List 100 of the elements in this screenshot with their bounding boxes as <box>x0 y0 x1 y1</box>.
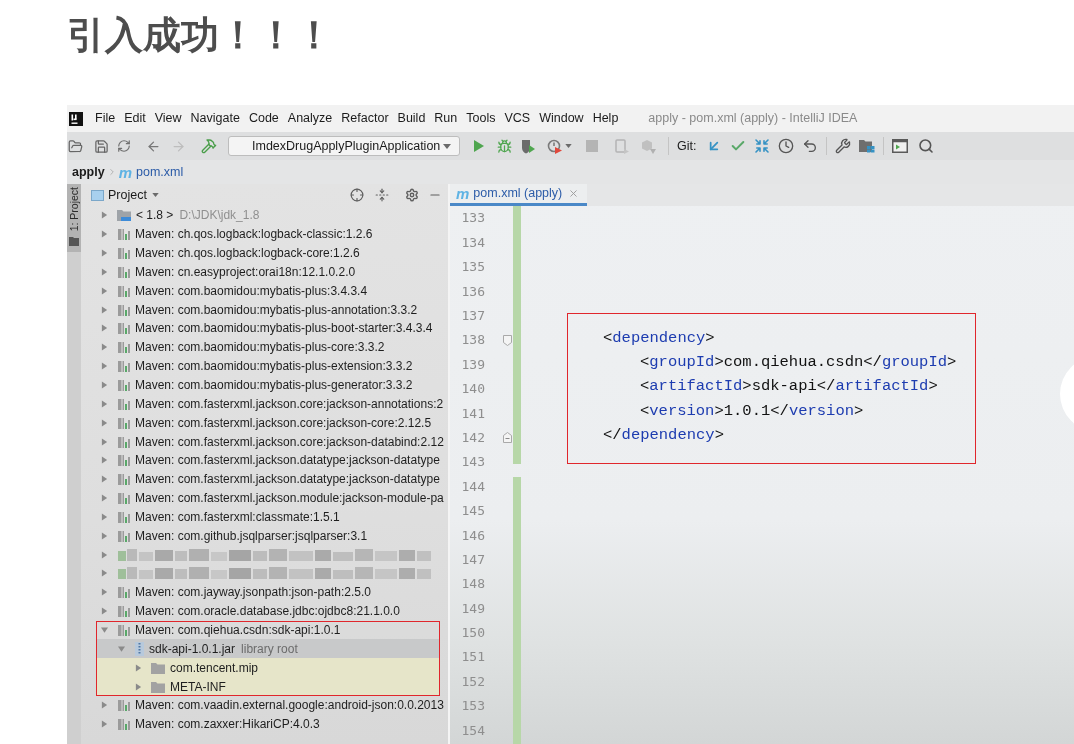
fold-marker-icon[interactable] <box>503 432 512 444</box>
stopwatch-play-icon[interactable] <box>547 138 562 154</box>
tree-item[interactable]: Maven: com.fasterxml.jackson.core:jackson-core:2.12.5 <box>96 413 440 433</box>
tree-item[interactable]: Maven: com.fasterxml.jackson.datatype:jackson-datatype <box>96 450 440 470</box>
tree-arrow-icon[interactable] <box>101 418 108 427</box>
tree-item[interactable]: Maven: com.fasterxml.jackson.datatype:jackson-datatype <box>96 469 440 489</box>
tree-arrow-icon[interactable] <box>101 267 108 276</box>
tree-item[interactable]: Maven: com.jayway.jsonpath:json-path:2.5.0 <box>96 582 440 602</box>
sync-icon[interactable] <box>117 139 131 153</box>
project-view-dropdown[interactable]: Project <box>108 185 159 205</box>
tree-item[interactable]: Maven: ch.qos.logback:logback-core:1.2.6 <box>96 243 440 263</box>
tree-item[interactable]: Maven: com.github.jsqlparser:jsqlparser:3.1 <box>96 526 440 546</box>
tree-arrow-icon[interactable] <box>101 494 108 503</box>
wrench-icon[interactable] <box>835 138 852 154</box>
menu-item[interactable]: Edit <box>124 109 146 128</box>
tree-arrow-icon[interactable] <box>135 682 142 691</box>
tree-arrow-icon[interactable] <box>118 644 125 653</box>
tree-arrow-icon[interactable] <box>101 324 108 333</box>
fold-vertical-icon[interactable] <box>375 188 389 202</box>
tree-arrow-icon[interactable] <box>101 512 108 521</box>
menu-item[interactable]: File <box>95 109 116 128</box>
tree-arrow-icon[interactable] <box>101 720 108 729</box>
menu-item[interactable]: Run <box>434 109 458 128</box>
undo-icon[interactable] <box>802 138 819 154</box>
fold-marker-icon[interactable] <box>503 334 512 346</box>
window-icon[interactable] <box>892 139 909 153</box>
tree-arrow-icon[interactable] <box>101 475 108 484</box>
tree-item[interactable]: Maven: ch.qos.logback:logback-classic:1.2.6 <box>96 224 440 244</box>
tree-item[interactable]: Maven: com.oracle.database.jdbc:ojdbc8:21.1.0.0 <box>96 601 440 621</box>
device-icon[interactable] <box>615 138 629 154</box>
close-icon[interactable] <box>568 188 580 199</box>
breadcrumb-item[interactable]: apply <box>72 162 105 182</box>
caret-icon[interactable] <box>565 144 572 148</box>
menu-item[interactable]: Refactor <box>341 109 389 128</box>
tree-arrow-icon[interactable] <box>101 588 108 597</box>
library-icon <box>118 454 130 467</box>
menu-item[interactable]: Navigate <box>190 109 240 128</box>
side-tab[interactable]: 1: Project <box>67 184 81 253</box>
tree-arrow-icon[interactable] <box>101 286 108 295</box>
bug-icon[interactable] <box>497 138 512 154</box>
tree-arrow-icon[interactable] <box>101 362 108 371</box>
tree-item[interactable]: < 1.8 > D:\JDK\jdk_1.8 <box>96 206 440 225</box>
tree-item[interactable]: Maven: com.fasterxml:classmate:1.5.1 <box>96 507 440 527</box>
tree-arrow-icon[interactable] <box>101 456 108 465</box>
menu-item[interactable]: Analyze <box>287 109 333 128</box>
crosshair-icon[interactable] <box>350 188 364 202</box>
caret-icon[interactable] <box>151 193 159 197</box>
tree-arrow-icon[interactable] <box>101 701 108 710</box>
tree-item[interactable]: Maven: com.zaxxer:HikariCP:4.0.3 <box>96 714 440 734</box>
menu-item[interactable]: Tools <box>466 109 496 128</box>
play-icon[interactable] <box>474 140 484 152</box>
tree-item[interactable]: Maven: cn.easyproject:orai18n:12.1.0.2.0 <box>96 262 440 282</box>
menu-item[interactable]: View <box>154 109 182 128</box>
menu-item[interactable]: VCS <box>504 109 531 128</box>
save-icon[interactable] <box>94 138 109 154</box>
caret-icon[interactable] <box>443 143 451 149</box>
tree-arrow-icon[interactable] <box>101 531 108 540</box>
tree-arrow-icon[interactable] <box>135 663 142 672</box>
tree-arrow-icon[interactable] <box>101 305 108 314</box>
forward-arrow-icon[interactable] <box>171 138 186 154</box>
tree-item[interactable]: Maven: com.baomidou:mybatis-plus-core:3.3.2 <box>96 337 440 357</box>
tree-item[interactable]: Maven: com.baomidou:mybatis-plus-generator:3.3.2 <box>96 375 440 395</box>
tree-arrow-icon[interactable] <box>101 437 108 446</box>
tree-item[interactable]: Maven: com.qiehua.csdn:sdk-api:1.0.1 <box>96 620 440 640</box>
tree-arrow-icon[interactable] <box>101 230 108 239</box>
tree-arrow-icon[interactable] <box>101 399 108 408</box>
tree-arrow-icon[interactable] <box>101 607 108 616</box>
hammer-icon[interactable] <box>201 138 217 154</box>
tree-item[interactable]: Maven: com.baomidou:mybatis-plus-boot-starter:3.4.3.4 <box>96 319 440 338</box>
folder-grid-icon[interactable] <box>859 139 876 153</box>
menu-item[interactable]: Window <box>539 109 584 128</box>
tree-item[interactable]: Maven: com.baomidou:mybatis-plus-extension:3.3.2 <box>96 356 440 376</box>
tree-arrow-icon[interactable] <box>101 211 108 220</box>
menu-item[interactable]: Help <box>592 109 619 128</box>
search-icon[interactable] <box>918 138 935 154</box>
tree-arrow-icon[interactable] <box>101 343 108 352</box>
tree-arrow-icon[interactable] <box>101 249 108 258</box>
menu-item[interactable]: Code <box>248 109 279 128</box>
cube-icon[interactable] <box>641 138 656 154</box>
shield-play-icon[interactable] <box>521 138 535 154</box>
folder-icon <box>151 661 165 674</box>
tree-arrow-icon[interactable] <box>101 550 108 559</box>
menu-item[interactable]: Build <box>397 109 426 128</box>
breadcrumb-item[interactable]: pom.xml <box>136 162 184 182</box>
line-number: 139 <box>461 355 485 374</box>
editor-tab[interactable]: m pom.xml (apply) <box>450 184 588 206</box>
tree-arrow-icon[interactable] <box>101 626 108 634</box>
tree-item[interactable]: Maven: com.baomidou:mybatis-plus-annotation:3.3.2 <box>96 300 440 320</box>
clock-icon[interactable] <box>778 138 795 154</box>
shrink-arrows-icon[interactable] <box>754 138 771 154</box>
run-configuration-dropdown[interactable]: ImdexDrugApplyPluginApplication <box>228 136 460 156</box>
tab-label[interactable]: pom.xml (apply) <box>473 184 563 203</box>
tree-item[interactable]: com.tencent.mip <box>96 658 440 678</box>
tree-item[interactable]: Maven: com.baomidou:mybatis-plus:3.4.3.4 <box>96 281 440 301</box>
tree-arrow-icon[interactable] <box>101 381 108 389</box>
settings-icon[interactable] <box>405 188 419 202</box>
folder-open-icon[interactable] <box>68 138 83 154</box>
tree-arrow-icon[interactable] <box>101 569 108 578</box>
tree-item[interactable]: sdk-api-1.0.1.jar library root <box>96 639 440 659</box>
tree-item[interactable]: META-INF <box>96 677 440 696</box>
